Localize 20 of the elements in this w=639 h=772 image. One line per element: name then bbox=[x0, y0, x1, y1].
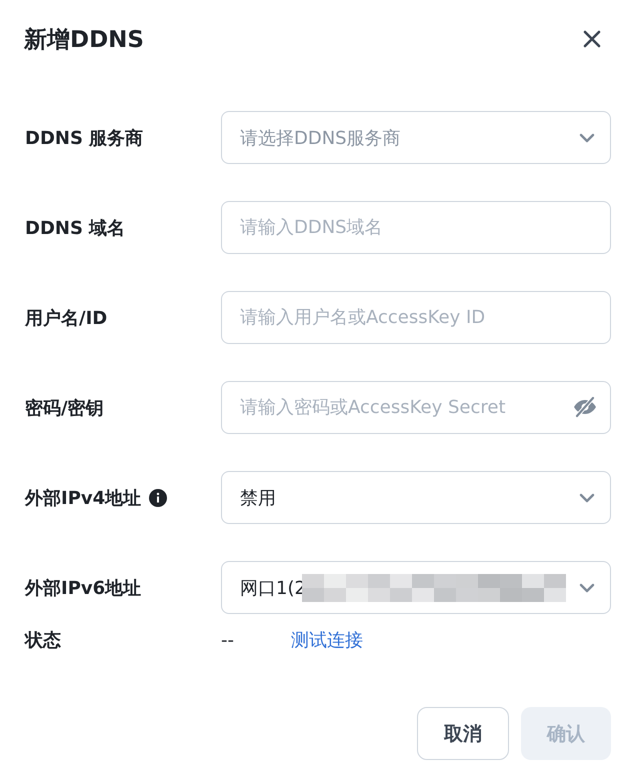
select-placeholder: 请选择DDNS服务商 bbox=[240, 126, 402, 150]
eye-off-icon[interactable] bbox=[573, 396, 597, 418]
field-label: 外部IPv6地址 bbox=[25, 576, 142, 600]
dialog-title: 新增DDNS bbox=[24, 26, 144, 54]
field-label: 密码/密钥 bbox=[25, 396, 104, 420]
status-value: -- bbox=[221, 630, 235, 650]
info-icon[interactable] bbox=[149, 488, 168, 506]
password-field[interactable]: 请输入密码或AccessKey Secret bbox=[221, 381, 611, 434]
field-label: 外部IPv4地址 bbox=[25, 486, 142, 510]
field-label: DDNS 域名 bbox=[25, 216, 126, 240]
field-label: 用户名/ID bbox=[25, 306, 108, 330]
field-label: DDNS 服务商 bbox=[25, 126, 144, 150]
close-button[interactable] bbox=[581, 28, 603, 50]
input-field[interactable]: 请输入DDNS域名 bbox=[221, 201, 611, 254]
status-label: 状态 bbox=[25, 629, 61, 652]
select-value: 禁用 bbox=[240, 486, 276, 510]
test-connection-link[interactable]: 测试连接 bbox=[291, 628, 363, 652]
cancel-button[interactable]: 取消 bbox=[417, 707, 509, 760]
input-field[interactable]: 请输入用户名或AccessKey ID bbox=[221, 291, 611, 344]
select-field[interactable]: 禁用 bbox=[221, 471, 611, 524]
